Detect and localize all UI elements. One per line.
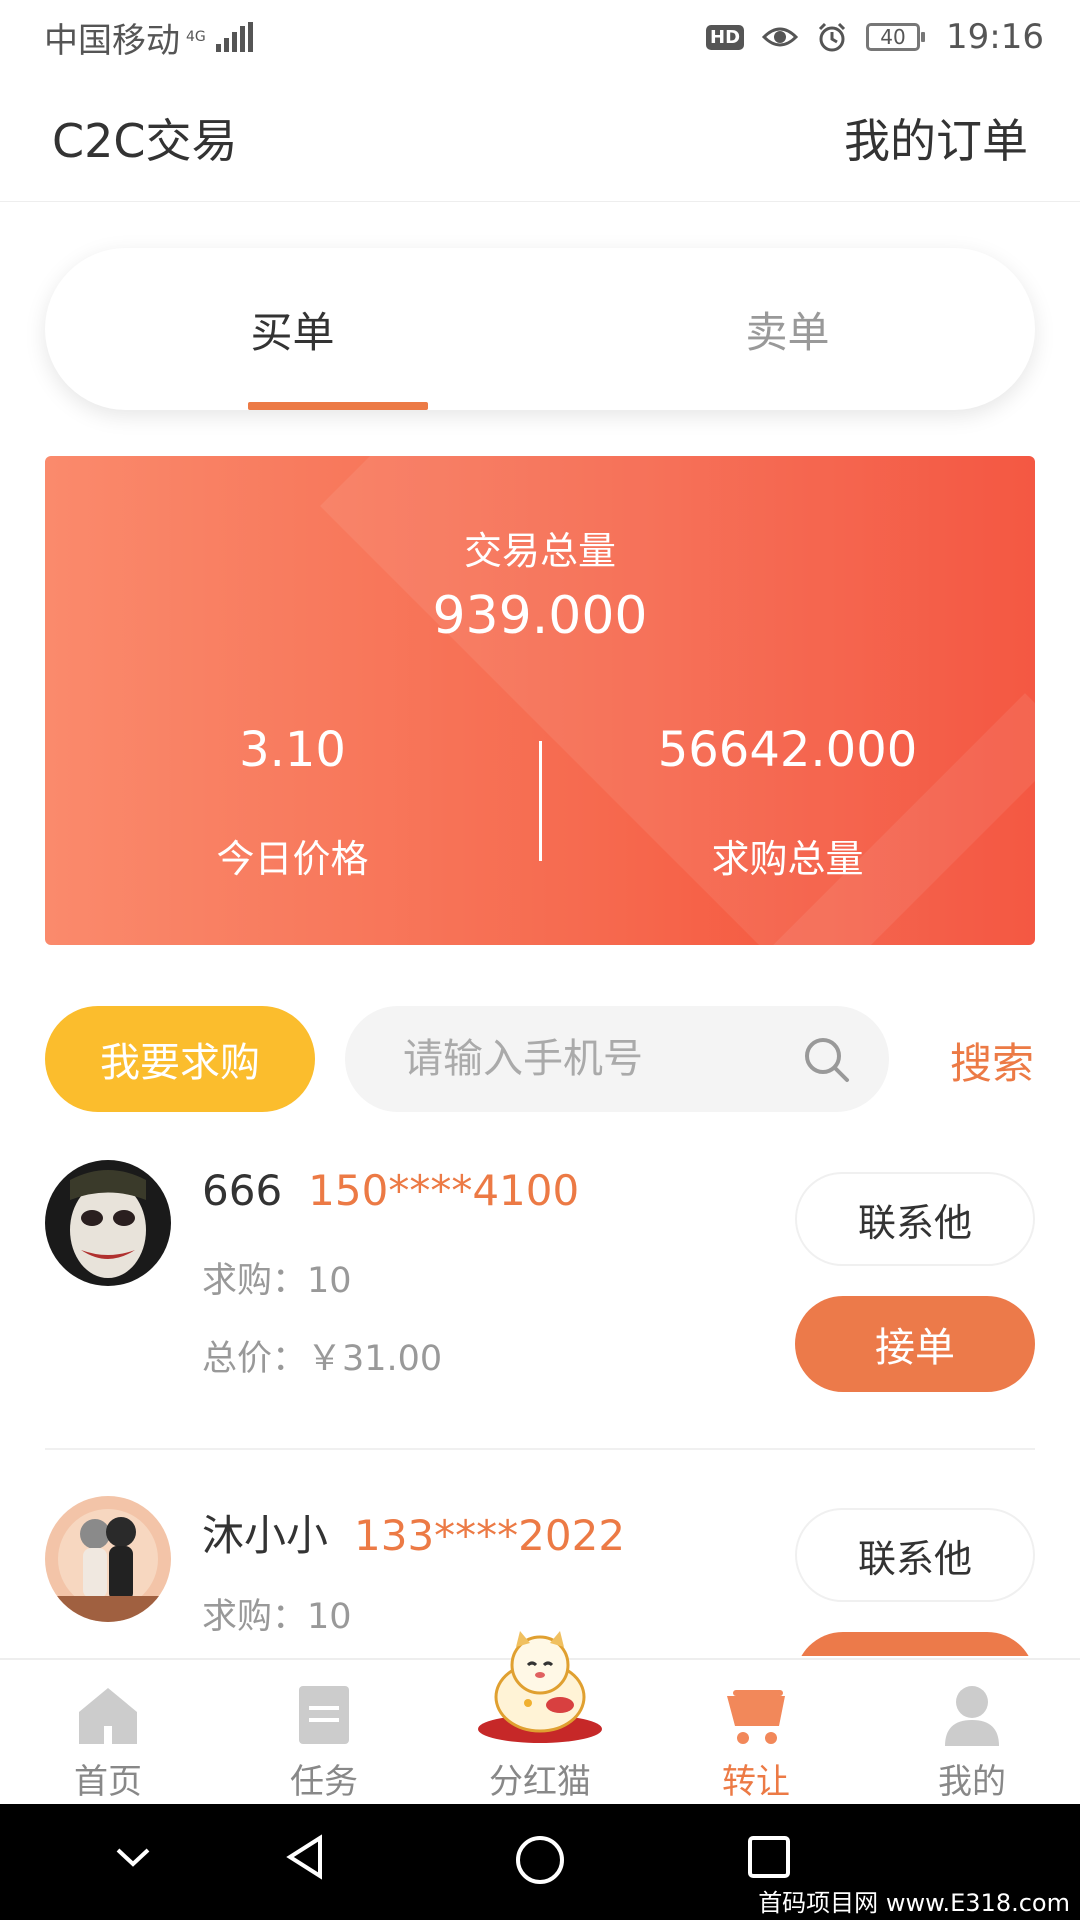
search-box <box>345 1006 889 1112</box>
buyer-name: 666 150****4100 <box>202 1166 579 1215</box>
task-icon <box>299 1686 349 1744</box>
buyer-nickname: 沐小小 <box>202 1511 329 1560</box>
joker-avatar-icon <box>45 1160 171 1286</box>
buyer-name: 沐小小 133****2022 <box>202 1502 625 1563</box>
nav-task[interactable]: 任务 <box>216 1660 432 1804</box>
lucky-cat-icon[interactable] <box>470 1625 610 1745</box>
today-price-value: 3.10 <box>239 722 346 778</box>
page-title: C2C交易 <box>52 113 238 168</box>
stats-card: 交易总量 939.000 3.10 今日价格 56642.000 求购总量 <box>45 456 1035 945</box>
carrier-name: 中国移动 <box>44 20 180 61</box>
accept-order-button[interactable] <box>795 1632 1035 1656</box>
accept-order-button[interactable]: 接单 <box>795 1296 1035 1392</box>
home-circle-icon[interactable] <box>514 1834 566 1886</box>
contact-button[interactable]: 联系他 <box>795 1508 1035 1602</box>
nav-transfer-label: 转让 <box>722 1762 790 1802</box>
avatar <box>45 1160 171 1286</box>
status-left: 中国移动 4G <box>44 13 253 62</box>
nav-mine[interactable]: 我的 <box>864 1660 1080 1804</box>
hd-icon: HD <box>706 24 745 50</box>
avatar <box>45 1496 171 1622</box>
nav-home[interactable]: 首页 <box>0 1660 216 1804</box>
status-right: HD 40 19:16 <box>706 17 1044 57</box>
back-icon[interactable] <box>282 1834 328 1880</box>
contact-button[interactable]: 联系他 <box>795 1172 1035 1266</box>
active-tab-indicator <box>248 402 428 410</box>
cart-icon <box>727 1690 785 1744</box>
eye-icon <box>762 27 799 47</box>
tab-buy-label: 买单 <box>250 307 335 357</box>
signal-icon <box>215 22 253 52</box>
my-orders-link[interactable]: 我的订单 <box>844 105 1028 171</box>
tab-sell-label: 卖单 <box>745 307 830 357</box>
buy-quantity: 求购：10 <box>202 1261 352 1301</box>
total-volume-value: 939.000 <box>432 586 648 646</box>
nav-task-label: 任务 <box>290 1762 358 1802</box>
status-bar: 中国移动 4G HD 40 19:16 <box>0 0 1080 74</box>
watermark: 首码项目网 www.E318.com <box>754 1883 1074 1918</box>
nav-lucky-cat-label: 分红猫 <box>489 1762 591 1802</box>
total-volume-label: 交易总量 <box>463 529 616 573</box>
search-icon[interactable] <box>803 1036 851 1084</box>
phone-search-input[interactable] <box>403 1036 783 1082</box>
network-type: 4G <box>186 29 206 45</box>
total-demand-label: 求购总量 <box>711 837 864 881</box>
clock-time: 19:16 <box>946 17 1044 57</box>
user-icon <box>945 1686 999 1746</box>
battery-icon: 40 <box>866 23 926 51</box>
total-demand-value: 56642.000 <box>657 722 918 778</box>
app-header: C2C交易 我的订单 <box>0 74 1080 202</box>
total-price: 总价：￥31.00 <box>202 1339 443 1379</box>
row-divider <box>45 1448 1035 1450</box>
alarm-icon <box>818 22 846 52</box>
system-nav-bar: 首码项目网 www.E318.com <box>0 1804 1080 1920</box>
couple-avatar-icon <box>45 1496 171 1622</box>
want-buy-button[interactable]: 我要求购 <box>45 1006 315 1112</box>
buyer-phone: 133****2022 <box>354 1511 626 1560</box>
home-icon <box>79 1688 137 1744</box>
chevron-down-icon[interactable] <box>110 1834 156 1880</box>
recents-icon[interactable] <box>746 1834 792 1880</box>
buyer-nickname: 666 <box>202 1166 283 1215</box>
search-button[interactable]: 搜索 <box>950 1030 1034 1091</box>
buyer-phone: 150****4100 <box>308 1166 580 1215</box>
list-item: 666 150****4100 求购：10 总价：￥31.00 联系他 接单 <box>45 1160 1035 1420</box>
order-type-tabs: 买单 卖单 <box>45 248 1035 410</box>
buy-quantity: 求购：10 <box>202 1597 352 1637</box>
today-price-label: 今日价格 <box>216 837 369 881</box>
tab-sell[interactable]: 卖单 <box>540 248 1035 410</box>
nav-mine-label: 我的 <box>938 1762 1006 1802</box>
nav-transfer[interactable]: 转让 <box>648 1660 864 1804</box>
nav-home-label: 首页 <box>74 1762 142 1802</box>
tab-buy[interactable]: 买单 <box>45 248 540 410</box>
